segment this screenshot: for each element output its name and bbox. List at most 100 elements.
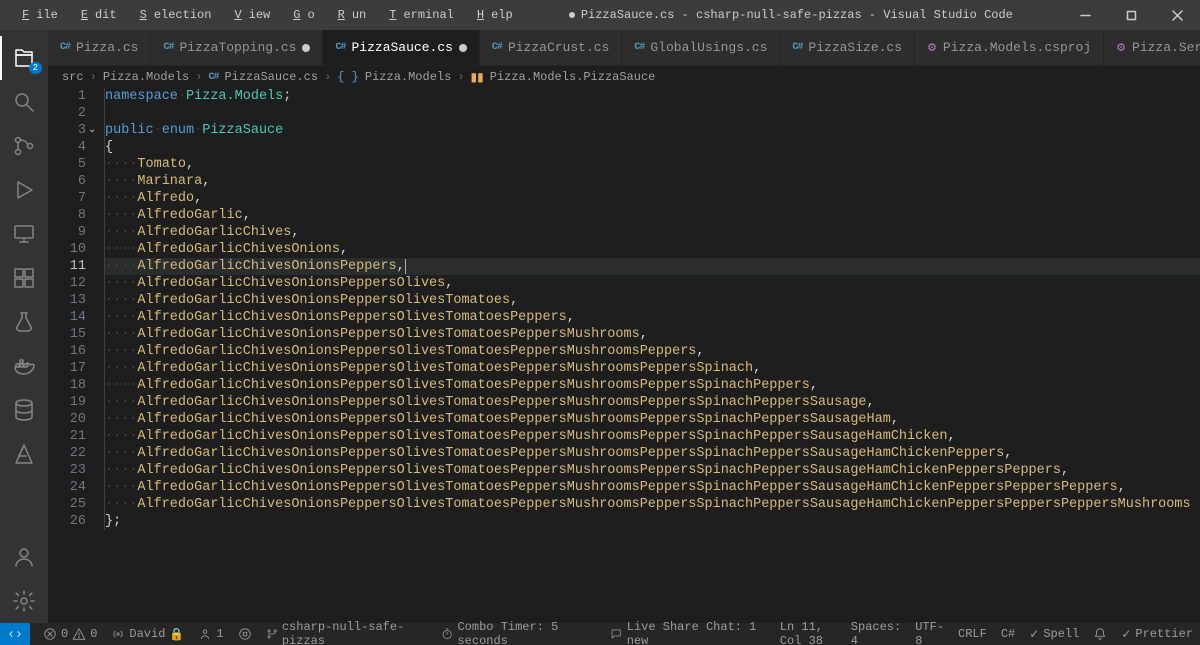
line-number[interactable]: 2 xyxy=(48,105,86,122)
line-number[interactable]: 9 xyxy=(48,224,86,241)
encoding-status[interactable]: UTF-8 xyxy=(908,623,951,645)
code-line[interactable]: namespace·Pizza.Models; xyxy=(104,88,1200,105)
code-line[interactable] xyxy=(104,105,1200,122)
tab-pizzasize-cs[interactable]: C#PizzaSize.cs xyxy=(780,30,915,65)
tab-globalusings-cs[interactable]: C#GlobalUsings.cs xyxy=(622,30,780,65)
menu-run[interactable]: Run xyxy=(324,4,374,26)
code-line[interactable]: { xyxy=(104,139,1200,156)
code-line[interactable]: ····AlfredoGarlicChivesOnionsPeppersOliv… xyxy=(104,275,1200,292)
breadcrumb[interactable]: src› Pizza.Models› C# PizzaSauce.cs› { }… xyxy=(48,66,1200,88)
line-number[interactable]: 7 xyxy=(48,190,86,207)
menu-file[interactable]: File xyxy=(8,4,65,26)
extensions-button[interactable] xyxy=(0,256,48,300)
line-number[interactable]: 18 xyxy=(48,377,86,394)
line-number[interactable]: 13 xyxy=(48,292,86,309)
line-number[interactable]: 6 xyxy=(48,173,86,190)
line-number[interactable]: 22 xyxy=(48,445,86,462)
line-number[interactable]: 14 xyxy=(48,309,86,326)
code-line[interactable]: ····AlfredoGarlicChivesOnions, xyxy=(104,241,1200,258)
menu-go[interactable]: Go xyxy=(279,4,321,26)
code-line[interactable]: ····Tomato, xyxy=(104,156,1200,173)
line-number[interactable]: 8 xyxy=(48,207,86,224)
live-share-people[interactable]: 1 xyxy=(191,623,230,645)
stop-button[interactable] xyxy=(231,623,259,645)
cursor-position[interactable]: Ln 11, Col 38 xyxy=(773,623,844,645)
menu-view[interactable]: View xyxy=(220,4,277,26)
line-number[interactable]: 25 xyxy=(48,496,86,513)
eol-status[interactable]: CRLF xyxy=(951,623,994,645)
azure-button[interactable] xyxy=(0,432,48,476)
menu-help[interactable]: Help xyxy=(463,4,520,26)
code-line[interactable]: ····AlfredoGarlicChivesOnionsPeppersOliv… xyxy=(104,462,1200,479)
close-button[interactable] xyxy=(1154,0,1200,30)
language-status[interactable]: C# xyxy=(994,623,1022,645)
line-number[interactable]: 26 xyxy=(48,513,86,530)
broadcast-status[interactable]: David 🔒 xyxy=(104,623,191,645)
minimize-button[interactable] xyxy=(1062,0,1108,30)
line-number[interactable]: 11 xyxy=(48,258,86,275)
code-line[interactable]: ····Marinara, xyxy=(104,173,1200,190)
code-line[interactable]: ····Alfredo, xyxy=(104,190,1200,207)
line-number[interactable]: 1 xyxy=(48,88,86,105)
menu-terminal[interactable]: Terminal xyxy=(375,4,461,26)
code-line[interactable]: ····AlfredoGarlicChivesOnionsPeppersOliv… xyxy=(104,445,1200,462)
tab-pizza-cs[interactable]: C#Pizza.cs xyxy=(48,30,151,65)
line-number[interactable]: 20 xyxy=(48,411,86,428)
line-number[interactable]: 16 xyxy=(48,343,86,360)
menu-selection[interactable]: Selection xyxy=(126,4,219,26)
remote-explorer-button[interactable] xyxy=(0,212,48,256)
notifications-button[interactable] xyxy=(1086,623,1114,645)
maximize-button[interactable] xyxy=(1108,0,1154,30)
line-number[interactable]: 19 xyxy=(48,394,86,411)
docker-button[interactable] xyxy=(0,344,48,388)
line-number[interactable]: 17 xyxy=(48,360,86,377)
line-number[interactable]: 12 xyxy=(48,275,86,292)
code-line[interactable]: ····AlfredoGarlicChivesOnionsPeppersOliv… xyxy=(104,411,1200,428)
line-number[interactable]: 21 xyxy=(48,428,86,445)
run-debug-button[interactable] xyxy=(0,168,48,212)
testing-button[interactable] xyxy=(0,300,48,344)
editor[interactable]: 1234567891011121314151617181920212223242… xyxy=(48,88,1200,623)
database-button[interactable] xyxy=(0,388,48,432)
explorer-button[interactable]: 2 xyxy=(0,36,48,80)
code-line[interactable]: ····AlfredoGarlicChivesOnionsPeppersOliv… xyxy=(104,479,1200,496)
line-number[interactable]: 23 xyxy=(48,462,86,479)
tab-pizzasauce-cs[interactable]: C#PizzaSauce.cs xyxy=(323,30,479,65)
source-control-button[interactable] xyxy=(0,124,48,168)
code-line[interactable]: ····AlfredoGarlicChivesOnionsPeppersOliv… xyxy=(104,496,1200,513)
remote-indicator[interactable] xyxy=(0,623,30,645)
line-number[interactable]: 5 xyxy=(48,156,86,173)
tab-pizza-models-csproj[interactable]: ⚙Pizza.Models.csproj xyxy=(915,30,1104,65)
search-button[interactable] xyxy=(0,80,48,124)
prettier-status[interactable]: ✓Prettier xyxy=(1114,623,1200,645)
code-line[interactable]: ····AlfredoGarlic, xyxy=(104,207,1200,224)
branch-status[interactable]: csharp-null-safe-pizzas xyxy=(259,623,435,645)
tab-pizza-service-csproj[interactable]: ⚙Pizza.Service.csproj xyxy=(1104,30,1200,65)
combo-timer-status[interactable]: Combo Timer: 5 seconds xyxy=(434,623,603,645)
code-line[interactable]: ····AlfredoGarlicChivesOnionsPeppersOliv… xyxy=(104,326,1200,343)
code-body[interactable]: namespace·Pizza.Models; public·enum·Pizza… xyxy=(104,88,1200,623)
code-line[interactable]: ····AlfredoGarlicChivesOnionsPeppersOliv… xyxy=(104,394,1200,411)
line-number[interactable]: 24 xyxy=(48,479,86,496)
code-line[interactable]: ····AlfredoGarlicChivesOnionsPeppersOliv… xyxy=(104,360,1200,377)
line-number[interactable]: 4 xyxy=(48,139,86,156)
tab-pizzacrust-cs[interactable]: C#PizzaCrust.cs xyxy=(480,30,622,65)
tab-pizzatopping-cs[interactable]: C#PizzaTopping.cs xyxy=(151,30,323,65)
indent-status[interactable]: Spaces: 4 xyxy=(844,623,908,645)
problems-button[interactable]: 0 0 xyxy=(36,623,104,645)
code-line[interactable]: ····AlfredoGarlicChivesOnionsPeppersOliv… xyxy=(104,309,1200,326)
code-line[interactable]: ····AlfredoGarlicChivesOnionsPeppersOliv… xyxy=(104,343,1200,360)
menu-edit[interactable]: Edit xyxy=(67,4,124,26)
spell-status[interactable]: ✓Spell xyxy=(1022,623,1086,645)
code-line[interactable]: ····AlfredoGarlicChives, xyxy=(104,224,1200,241)
live-share-chat-status[interactable]: Live Share Chat: 1 new xyxy=(603,623,772,645)
code-line[interactable]: ····AlfredoGarlicChivesOnionsPeppersOliv… xyxy=(104,428,1200,445)
code-line[interactable]: public·enum·PizzaSauce xyxy=(104,122,1200,139)
code-line[interactable]: ····AlfredoGarlicChivesOnionsPeppers, xyxy=(104,258,1200,275)
accounts-button[interactable] xyxy=(0,535,48,579)
line-number[interactable]: 15 xyxy=(48,326,86,343)
line-number[interactable]: 10 xyxy=(48,241,86,258)
code-line[interactable]: }; xyxy=(104,513,1200,530)
settings-gear-button[interactable] xyxy=(0,579,48,623)
code-line[interactable]: ····AlfredoGarlicChivesOnionsPeppersOliv… xyxy=(104,292,1200,309)
